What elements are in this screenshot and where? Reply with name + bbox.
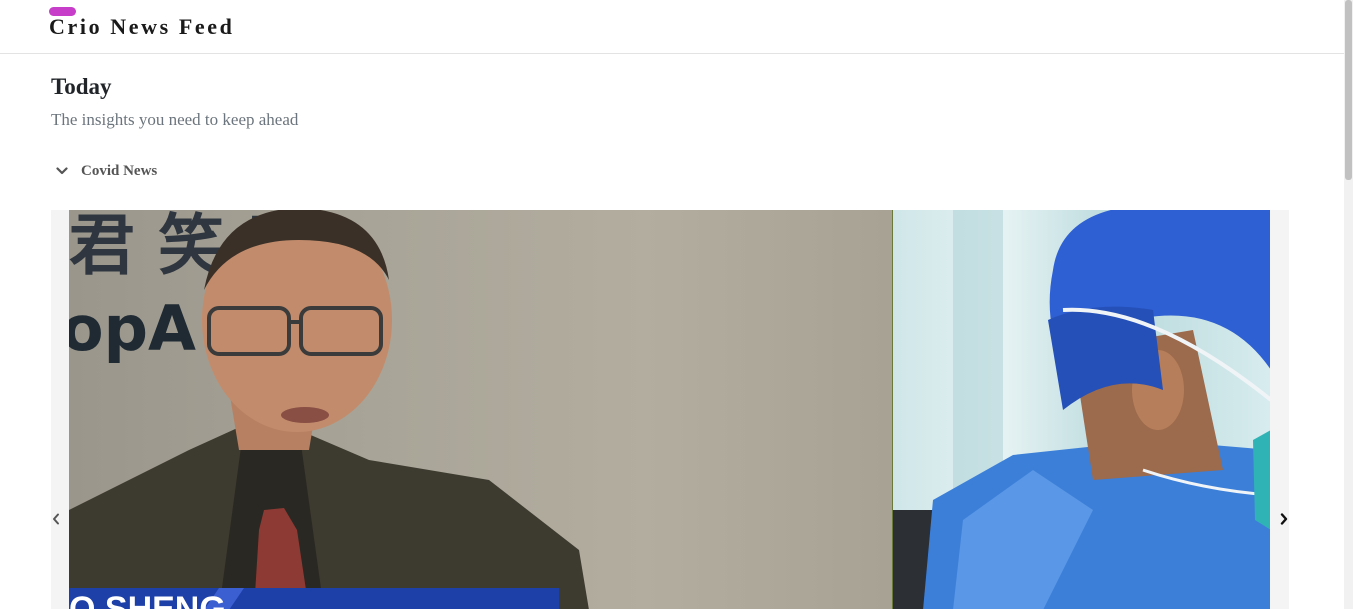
accordion-label: Covid News (81, 162, 158, 179)
brand-link[interactable]: Crio News Feed (49, 14, 234, 40)
news-image-interview[interactable]: 君 笑 画 opA ce O SHENG (69, 210, 892, 609)
page-title: Today (51, 74, 112, 99)
chevron-left-icon (53, 513, 59, 525)
page-subtitle: The insights you need to keep ahead (51, 110, 299, 129)
navbar: Crio News Feed (0, 0, 1344, 54)
chevron-down-icon (55, 164, 69, 178)
carousel-prev-button[interactable] (48, 509, 64, 529)
news-image-medical-worker[interactable] (892, 210, 1270, 609)
page-scrollbar[interactable] (1344, 0, 1353, 609)
carousel-next-button[interactable] (1276, 509, 1292, 529)
chevron-right-icon (1280, 513, 1288, 525)
news-carousel: 君 笑 画 opA ce O SHENG (51, 210, 1289, 609)
scrollbar-thumb[interactable] (1345, 0, 1352, 180)
news-caption: O SHENG (69, 590, 226, 609)
accordion-toggle-covid-news[interactable]: Covid News (55, 160, 157, 182)
